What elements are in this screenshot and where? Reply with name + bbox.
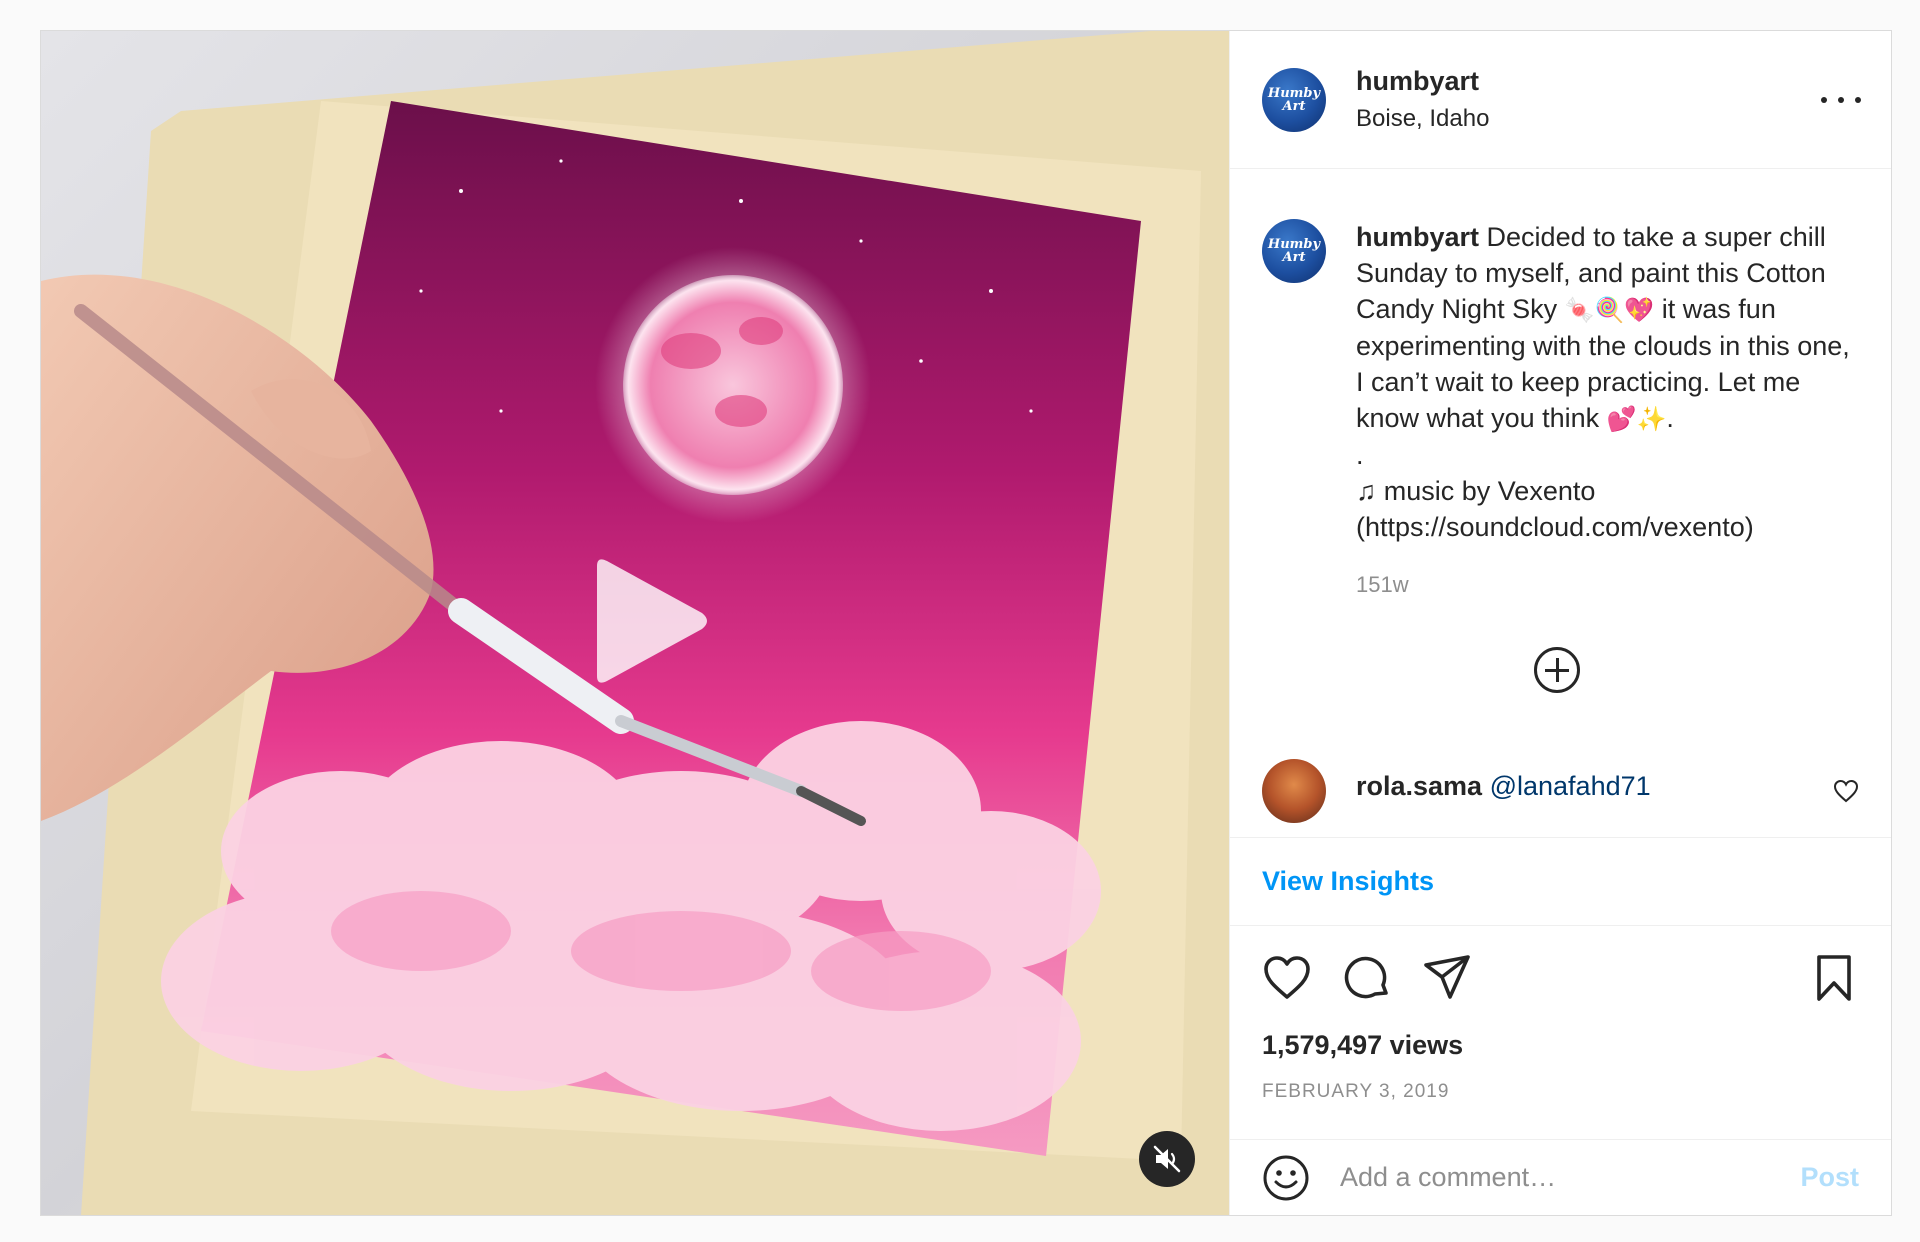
emoji-picker-button[interactable] [1262,1154,1310,1202]
heart-icon [1833,779,1859,803]
comment-mention[interactable]: @lanafahd71 [1490,771,1651,801]
share-button[interactable] [1422,953,1472,1003]
play-button[interactable] [572,551,712,691]
music-note-icon: ♫ [1356,476,1377,506]
caption-emoji: 💕✨ [1606,405,1667,433]
caption-body: humbyart Decided to take a super chill S… [1356,219,1856,603]
post-video[interactable] [41,31,1229,1215]
send-icon [1424,955,1470,999]
commenter-avatar[interactable] [1262,759,1326,823]
bookmark-icon [1817,955,1851,1001]
caption-text: . [1666,403,1674,433]
post-comment-button[interactable]: Post [1800,1162,1859,1193]
comment-button[interactable] [1342,953,1392,1003]
insights-row: View Insights [1230,838,1891,926]
caption-emoji: 🍬🍭💖 [1564,296,1655,324]
post-location[interactable]: Boise, Idaho [1356,105,1489,133]
caption: Humby Art humbyart Decided to take a sup… [1262,219,1859,603]
comment-input[interactable] [1338,1161,1762,1194]
load-more-comments-button[interactable] [1534,647,1580,693]
comment-item: rola.sama @lanafahd71 [1262,759,1859,823]
ellipsis-icon [1855,96,1861,103]
caption-username[interactable]: humbyart [1356,222,1479,252]
author-username[interactable]: humbyart [1356,66,1489,97]
view-count[interactable]: 1,579,497 views [1262,1030,1859,1061]
ellipsis-icon [1821,96,1827,103]
caption-dot-line: . [1356,440,1364,470]
comment-text: rola.sama @lanafahd71 [1356,771,1651,823]
caption-avatar[interactable]: Humby Art [1262,219,1326,283]
save-button[interactable] [1809,953,1859,1003]
play-icon [597,559,707,683]
ellipsis-icon [1838,96,1844,103]
avatar-logo-text: Humby Art [1267,237,1321,265]
caption-time[interactable]: 151w [1356,567,1856,603]
speaker-muted-icon [1153,1145,1181,1173]
add-comment-bar: Post [1230,1140,1891,1215]
like-button[interactable] [1262,953,1312,1003]
action-icons [1262,926,1859,1030]
heart-icon [1264,956,1310,999]
caption-music-line: ♫ music by Vexento [1356,473,1856,509]
post-card: Humby Art humbyart Boise, Idaho Humby Ar… [40,30,1892,1216]
comment-icon [1344,956,1388,999]
avatar-logo-text: Humby Art [1267,85,1321,114]
music-link[interactable]: (https://soundcloud.com/vexento) [1356,509,1856,545]
action-bar: 1,579,497 views FEBRUARY 3, 2019 [1230,926,1891,1140]
post-date[interactable]: FEBRUARY 3, 2019 [1262,1081,1859,1103]
view-insights-link[interactable]: View Insights [1262,866,1434,897]
post-side-panel: Humby Art humbyart Boise, Idaho Humby Ar… [1229,31,1891,1215]
more-options-button[interactable] [1821,85,1861,115]
commenter-username[interactable]: rola.sama [1356,771,1482,801]
post-header: Humby Art humbyart Boise, Idaho [1230,31,1891,169]
author-info: humbyart Boise, Idaho [1356,66,1489,133]
music-credit: music by Vexento [1383,476,1596,506]
mute-button[interactable] [1139,1131,1195,1187]
author-avatar[interactable]: Humby Art [1262,67,1326,132]
comment-like-button[interactable] [1833,779,1859,803]
comments-section: Humby Art humbyart Decided to take a sup… [1230,169,1891,838]
smiley-icon [1263,1155,1309,1200]
